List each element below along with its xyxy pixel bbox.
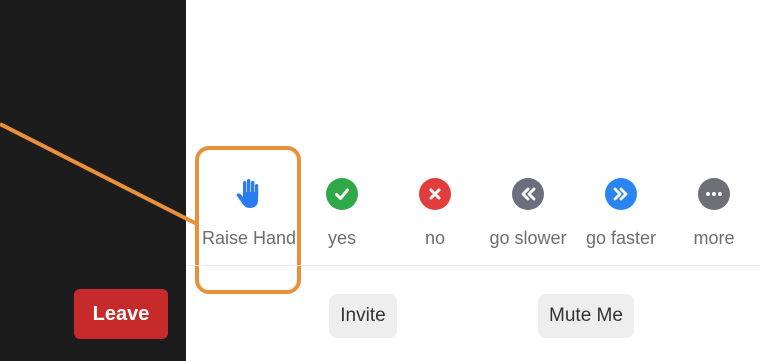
- go-faster-label: go faster: [585, 228, 657, 248]
- yes-button[interactable]: yes: [294, 178, 390, 249]
- mute-me-button[interactable]: Mute Me: [538, 294, 634, 338]
- leave-button[interactable]: Leave: [74, 289, 168, 339]
- go-slower-button[interactable]: go slower: [480, 178, 576, 249]
- fast-forward-icon: [605, 178, 637, 210]
- divider: [186, 265, 760, 266]
- no-button[interactable]: no: [387, 178, 483, 249]
- raised-hand-icon: [233, 178, 265, 210]
- ellipsis-icon: [698, 178, 730, 210]
- go-slower-label: go slower: [489, 228, 567, 248]
- more-label: more: [693, 228, 735, 248]
- invite-button[interactable]: Invite: [329, 294, 397, 338]
- more-button[interactable]: more: [666, 178, 760, 249]
- x-icon: [419, 178, 451, 210]
- yes-label: yes: [327, 228, 356, 248]
- checkmark-icon: [326, 178, 358, 210]
- raise-hand-button[interactable]: Raise Hand: [201, 178, 297, 249]
- go-faster-button[interactable]: go faster: [573, 178, 669, 249]
- no-label: no: [424, 228, 446, 248]
- raise-hand-label: Raise Hand: [201, 228, 297, 248]
- rewind-icon: [512, 178, 544, 210]
